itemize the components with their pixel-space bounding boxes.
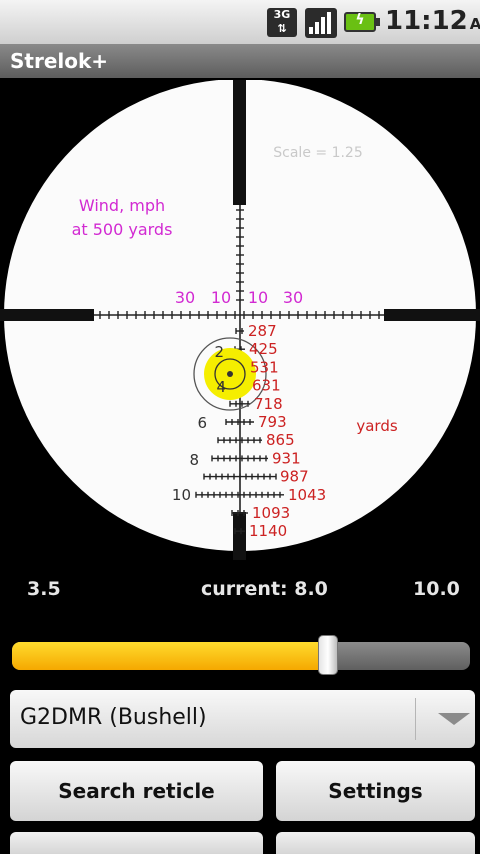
range-label: 425: [249, 340, 278, 358]
stadia-label: 6: [197, 414, 207, 432]
signal-icon: [305, 8, 337, 38]
range-label: 793: [258, 413, 287, 431]
stadia-label: 10: [172, 486, 191, 504]
range-label: 865: [266, 431, 295, 449]
clock: 11:12AM: [385, 6, 480, 36]
reticle-post-top: [233, 80, 246, 205]
dropdown-arrow-icon: [438, 713, 470, 725]
battery-charging-icon: ϟ: [344, 12, 380, 32]
app-title: Strelok+: [10, 49, 109, 73]
title-bar: Strelok+: [0, 44, 480, 78]
spinner-divider: [415, 698, 416, 740]
wind-right-10: 10: [248, 288, 268, 307]
range-label: 531: [250, 358, 279, 376]
3g-icon: 3G ⇅: [267, 8, 297, 37]
zoom-max-label: 10.0: [413, 578, 460, 600]
reticle-post-bottom: [233, 512, 246, 560]
reticle-view: Scale = 1.25 Wind, mph at 500 yards 30 1…: [0, 80, 480, 560]
clock-ampm: AM: [469, 15, 480, 33]
range-label: 1043: [288, 486, 326, 504]
reticle-post-left: [0, 309, 94, 321]
range-label: 631: [252, 377, 281, 395]
stadia-label: 2: [214, 343, 224, 361]
stadia-label: 4: [216, 378, 226, 396]
status-bar: 3G⇅ ϟ 11:12AM: [0, 0, 480, 44]
units-label: yards: [356, 417, 397, 435]
partial-button-left[interactable]: [10, 832, 263, 854]
range-label: 1093: [252, 504, 290, 522]
reticle-select-value: G2DMR (Bushell): [20, 705, 207, 730]
zoom-slider[interactable]: [12, 642, 470, 670]
wind-left-30: 30: [175, 288, 195, 307]
range-label: 718: [254, 395, 283, 413]
zoom-slider-fill: [12, 642, 329, 670]
range-label: 931: [272, 449, 301, 467]
reticle-select[interactable]: G2DMR (Bushell): [10, 690, 475, 748]
search-reticle-button[interactable]: Search reticle: [10, 761, 263, 821]
target-center: [227, 371, 233, 377]
zoom-current-label: current: 8.0: [201, 578, 328, 600]
partial-button-right[interactable]: [276, 832, 475, 854]
range-label: 287: [248, 322, 277, 340]
clock-time: 11:12: [385, 6, 468, 36]
zoom-min-label: 3.5: [27, 578, 61, 600]
settings-button[interactable]: Settings: [276, 761, 475, 821]
scale-label: Scale = 1.25: [273, 145, 362, 161]
reticle-post-right: [384, 309, 480, 321]
stadia-label: 8: [189, 451, 199, 469]
wind-left-10: 10: [211, 288, 231, 307]
wind-title: Wind, mph: [79, 196, 165, 215]
zoom-slider-thumb[interactable]: [318, 635, 339, 675]
range-label: 987: [280, 468, 309, 486]
range-label: 1140: [249, 522, 287, 540]
wind-right-30: 30: [283, 288, 303, 307]
wind-subtitle: at 500 yards: [72, 220, 173, 239]
